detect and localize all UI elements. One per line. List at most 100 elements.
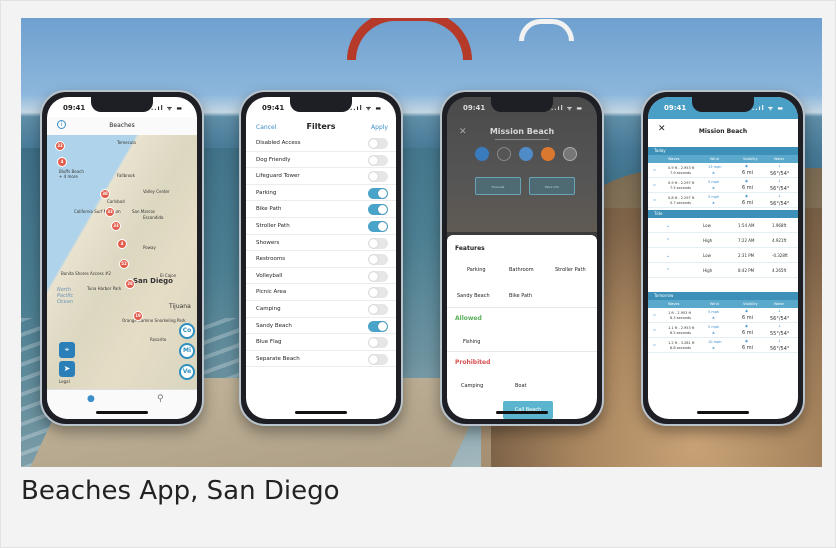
section-header: Today: [648, 147, 798, 155]
filter-row[interactable]: Disabled Access: [246, 135, 396, 152]
beach-cluster-pin[interactable]: 4: [57, 157, 67, 167]
filter-row[interactable]: Picnic Area: [246, 284, 396, 301]
divider: [447, 351, 597, 352]
visibility: 6 mi: [742, 330, 754, 336]
beach-cluster-pin[interactable]: 33: [111, 221, 121, 231]
filter-pin-button[interactable]: ⌖: [59, 342, 75, 358]
filter-toggle[interactable]: [368, 337, 388, 349]
wave-height: 1 ft - 2.953 ft: [668, 311, 692, 315]
wave-icon: ≈: [653, 328, 656, 332]
thermometer-icon: ↓: [778, 164, 781, 168]
filter-row[interactable]: Lifeguard Tower: [246, 168, 396, 185]
beach-cluster-pin[interactable]: 33: [105, 207, 115, 217]
filter-label: Lifeguard Tower: [256, 173, 300, 180]
filter-toggle[interactable]: [368, 254, 388, 266]
forecast-button[interactable]: Forecast: [475, 177, 521, 195]
beach-cluster-pin[interactable]: 4: [117, 239, 127, 249]
wind-arrow-icon: ⮝: [712, 201, 715, 205]
search-tab-icon[interactable]: ⚲: [157, 394, 164, 404]
filter-row[interactable]: Bike Path: [246, 201, 396, 218]
filter-toggle[interactable]: [368, 287, 388, 299]
thermometer-icon: ↓: [778, 339, 781, 343]
filter-toggle[interactable]: [368, 304, 388, 315]
filter-toggle[interactable]: [368, 204, 388, 216]
wind-arrow-icon: ⮝: [712, 171, 715, 175]
map-pin-tab-icon[interactable]: ●: [87, 394, 95, 404]
beach-cluster-pin[interactable]: 19: [133, 311, 143, 321]
signal-icon: ..ıl ᯤ ▬: [151, 105, 183, 112]
beach-cluster-pin[interactable]: 28: [125, 279, 135, 289]
column-header: Water: [774, 157, 785, 161]
feature-item: Bike Path: [509, 293, 533, 299]
signal-icon: ..ıl ᯤ ▬: [350, 105, 382, 112]
filter-row[interactable]: Blue Flag: [246, 334, 396, 351]
shower-icon[interactable]: [497, 147, 511, 161]
beach-bubble[interactable]: Mi: [179, 343, 195, 359]
call-beach-button[interactable]: Call Beach: [503, 401, 553, 419]
column-header-row: Waves Wind Visibility Water: [648, 300, 798, 308]
pin-icon: ⌖: [64, 345, 70, 354]
beach-cluster-pin[interactable]: 32: [55, 141, 65, 151]
water-temp: 56°/54°: [770, 346, 790, 352]
column-header: Visibility: [743, 157, 758, 161]
filter-label: Separate Beach: [256, 355, 300, 362]
tide-height: 4.921ft: [772, 238, 787, 243]
beach-bubble[interactable]: Co: [179, 323, 195, 339]
filter-row[interactable]: Dog Friendly: [246, 152, 396, 169]
accessibility-icon[interactable]: [475, 147, 489, 161]
tide-time: 1:54 AM: [738, 223, 755, 228]
visibility: 6 mi: [742, 315, 754, 321]
apply-button[interactable]: Apply: [371, 124, 388, 131]
filter-row[interactable]: Sandy Beach: [246, 318, 396, 335]
filter-row[interactable]: Camping: [246, 301, 396, 318]
filter-toggle[interactable]: [368, 353, 388, 365]
beach-bubble[interactable]: Ve: [179, 364, 195, 380]
allowed-item: Fishing: [463, 339, 481, 345]
water-temp: 56°/54°: [770, 316, 790, 322]
filter-toggle[interactable]: [368, 138, 388, 149]
tide-arrow-icon: ⌃: [666, 268, 671, 274]
filter-row[interactable]: Separate Beach: [246, 351, 396, 368]
map-legal[interactable]: Legal: [59, 379, 70, 384]
condition-row: ≈0.9 ft - 2.297 ft 7.5 seconds 5 mph ⮝ ◉ 6 mi…: [648, 178, 798, 193]
map-view[interactable]: North Pacific Ocean Temecula Bluffs Beac…: [47, 135, 197, 389]
filter-toggle[interactable]: [368, 171, 388, 183]
notch: [491, 97, 553, 112]
filter-toggle[interactable]: [368, 221, 388, 232]
locate-button[interactable]: ➤: [59, 361, 75, 377]
wind-arrow-icon: ⮝: [712, 186, 715, 190]
wave-period: 6.8 seconds: [670, 346, 691, 350]
column-header-row: Waves Wind Visibility Water: [648, 155, 798, 163]
column-header: Waves: [668, 302, 680, 306]
beach-cluster-pin[interactable]: 38: [100, 189, 110, 199]
column-header: Visibility: [743, 302, 758, 306]
filter-row[interactable]: Volleyball: [246, 268, 396, 285]
filter-row[interactable]: Restrooms: [246, 251, 396, 268]
filter-toggle[interactable]: [368, 154, 388, 166]
filter-row[interactable]: Parking: [246, 185, 396, 202]
features-sheet: Features Parking Bathroom Stroller Path …: [447, 235, 597, 419]
beach-name: Mission Beach: [489, 127, 555, 136]
wave-icon: ≈: [653, 198, 656, 202]
filter-row[interactable]: Showers: [246, 235, 396, 252]
tide-arrow-icon: ⌃: [666, 238, 671, 244]
filter-toggle[interactable]: [368, 320, 388, 332]
status-time: 09:41: [664, 104, 687, 112]
filter-row[interactable]: Stroller Path: [246, 218, 396, 235]
signal-icon: ..ıl ᯤ ▬: [551, 105, 583, 112]
star-icon[interactable]: [519, 147, 533, 161]
feature-item: Parking: [467, 267, 486, 273]
globe-icon[interactable]: [563, 147, 577, 161]
feature-item: Stroller Path: [555, 267, 586, 273]
more-info-button[interactable]: More Info: [529, 177, 575, 195]
map-label: Poway: [143, 245, 156, 250]
tide-row: ⌄ Low 2:31 PM -0.328ft: [648, 248, 798, 263]
filter-toggle[interactable]: [368, 187, 388, 199]
wave-height: 0.8 ft - 2.297 ft: [668, 196, 695, 200]
warning-icon[interactable]: [541, 147, 555, 161]
filter-toggle[interactable]: [368, 270, 388, 282]
filter-toggle[interactable]: [368, 237, 388, 249]
beach-cluster-pin[interactable]: 52: [119, 259, 129, 269]
eye-icon: ◉: [745, 339, 749, 343]
visibility: 6 mi: [742, 200, 754, 206]
